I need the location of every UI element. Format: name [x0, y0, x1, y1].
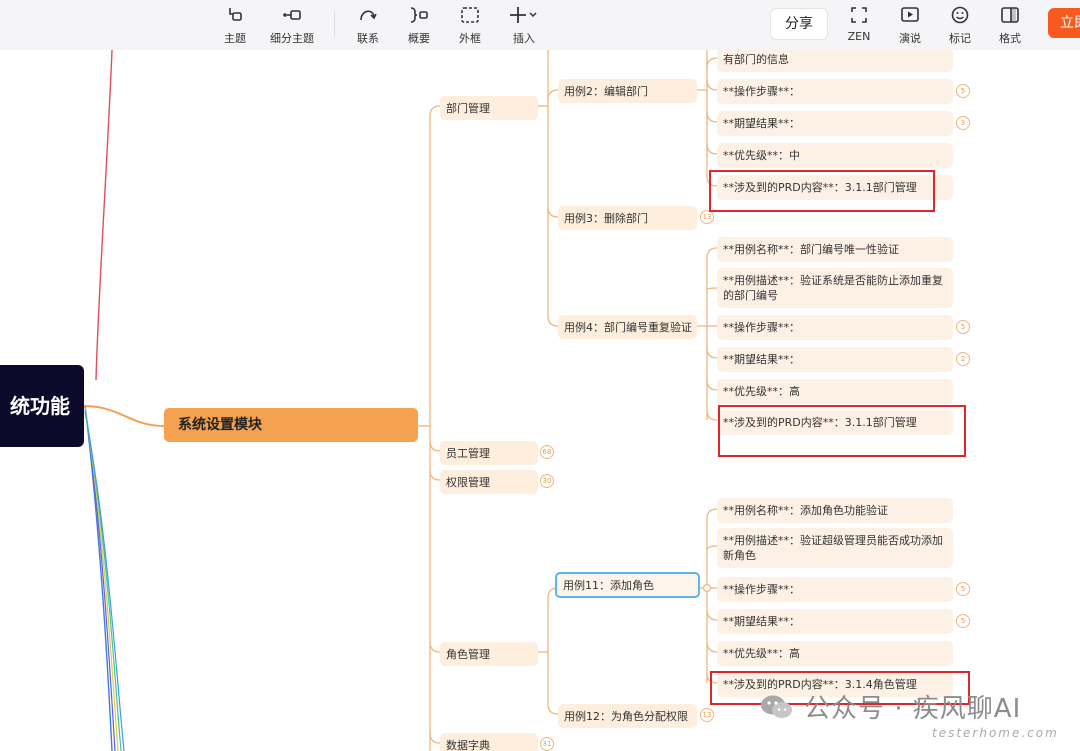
- count-badge[interactable]: 5: [956, 84, 970, 98]
- boundary-button[interactable]: 外框: [440, 6, 500, 46]
- detail-expected[interactable]: **期望结果**：: [717, 609, 953, 634]
- toolbar-divider: [334, 12, 335, 36]
- main-topic-system-settings[interactable]: 系统设置模块: [164, 408, 418, 442]
- subtopic-icon: [262, 6, 322, 28]
- count-badge[interactable]: 31: [540, 737, 554, 751]
- topic-button[interactable]: 主题: [205, 6, 265, 46]
- detail-case-name[interactable]: **用例名称**：添加角色功能验证: [717, 498, 953, 523]
- count-badge[interactable]: 5: [956, 320, 970, 334]
- detail-dept-info[interactable]: 有部门的信息: [717, 50, 953, 72]
- branch-dept-manage[interactable]: 部门管理: [440, 96, 538, 120]
- detail-case-name[interactable]: **用例名称**：部门编号唯一性验证: [717, 237, 953, 262]
- topic-icon: [205, 6, 265, 28]
- detail-expected[interactable]: **期望结果**：: [717, 111, 953, 136]
- detail-priority[interactable]: **优先级**：高: [717, 641, 953, 666]
- detail-expected[interactable]: **期望结果**：: [717, 347, 953, 372]
- boundary-label: 外框: [459, 32, 481, 45]
- count-badge[interactable]: 30: [540, 474, 554, 488]
- toolbar: 主题 细分主题 联系 概要 外框 插入 分享 ZEN 演说 标记 格式 立: [0, 0, 1080, 50]
- count-badge[interactable]: 13: [700, 708, 714, 722]
- watermark-url: testerhome.com: [932, 726, 1059, 740]
- watermark: 公众号 · 疾风聊AI testerhome.com: [760, 686, 1080, 746]
- count-badge[interactable]: 3: [956, 116, 970, 130]
- wechat-logo-icon: [761, 695, 792, 718]
- use-case-dept-code-duplicate[interactable]: 用例4：部门编号重复验证: [558, 315, 697, 339]
- detail-steps[interactable]: **操作步骤**：: [717, 577, 953, 602]
- boundary-icon: [440, 6, 500, 28]
- insert-label: 插入: [513, 32, 535, 45]
- mindmap-canvas[interactable]: 统功能 系统设置模块 部门管理 员工管理 68 权限管理 30 角色管理 数据字…: [0, 50, 1080, 751]
- subtopic-label: 细分主题: [270, 32, 314, 45]
- subtopic-button[interactable]: 细分主题: [262, 6, 322, 46]
- plus-icon: [494, 6, 554, 28]
- branch-staff-manage[interactable]: 员工管理: [440, 441, 538, 465]
- count-badge[interactable]: 5: [956, 614, 970, 628]
- count-badge[interactable]: 13: [700, 210, 714, 224]
- topic-label: 主题: [224, 32, 246, 45]
- count-badge[interactable]: 2: [956, 352, 970, 366]
- cta-button[interactable]: 立即: [1048, 8, 1080, 38]
- use-case-add-role[interactable]: 用例11：添加角色: [555, 572, 700, 598]
- share-button[interactable]: 分享: [770, 8, 828, 40]
- insert-button[interactable]: 插入: [494, 6, 554, 46]
- count-badge[interactable]: 5: [956, 582, 970, 596]
- use-case-edit-dept[interactable]: 用例2：编辑部门: [558, 79, 697, 103]
- detail-steps[interactable]: **操作步骤**：: [717, 79, 953, 104]
- detail-priority[interactable]: **优先级**：中: [717, 143, 953, 168]
- red-highlight-box: [709, 170, 935, 212]
- use-case-delete-dept[interactable]: 用例3：删除部门: [558, 206, 697, 230]
- branch-role-manage[interactable]: 角色管理: [440, 642, 538, 666]
- format-panel-icon: [980, 6, 1040, 28]
- red-highlight-box: [718, 405, 966, 457]
- format-label: 格式: [999, 32, 1021, 45]
- root-topic[interactable]: 统功能: [0, 365, 84, 447]
- detail-case-desc[interactable]: **用例描述**：验证系统是否能防止添加重复的部门编号: [717, 268, 953, 308]
- detail-priority[interactable]: **优先级**：高: [717, 379, 953, 404]
- branch-data-dictionary[interactable]: 数据字典: [440, 733, 538, 751]
- use-case-assign-role-permission[interactable]: 用例12：为角色分配权限: [558, 704, 697, 728]
- detail-case-desc[interactable]: **用例描述**：验证超级管理员能否成功添加新角色: [717, 528, 953, 568]
- format-button[interactable]: 格式: [980, 6, 1040, 46]
- watermark-text: 公众号 · 疾风聊AI: [804, 694, 1022, 724]
- count-badge[interactable]: 68: [540, 445, 554, 459]
- branch-permission-manage[interactable]: 权限管理: [440, 470, 538, 494]
- detail-steps[interactable]: **操作步骤**：: [717, 315, 953, 340]
